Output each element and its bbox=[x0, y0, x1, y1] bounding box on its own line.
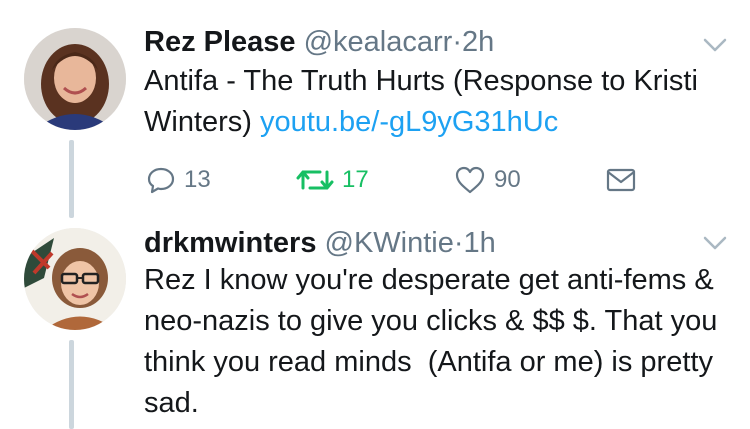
retweet-icon bbox=[296, 170, 334, 190]
tweet-link[interactable]: youtu.be/-gL9yG31hUc bbox=[260, 106, 558, 138]
avatar[interactable] bbox=[24, 28, 126, 130]
user-handle[interactable]: @kealacarr bbox=[304, 26, 453, 58]
display-name[interactable]: Rez Please bbox=[144, 26, 296, 58]
user-handle[interactable]: @KWintie bbox=[325, 227, 454, 259]
tweet-header: Rez Please @kealacarr·2h bbox=[144, 24, 494, 60]
tweet[interactable]: Rez Please @kealacarr·2h Antifa - The Tr… bbox=[0, 0, 750, 210]
display-name[interactable]: drkmwinters bbox=[144, 227, 316, 259]
direct-message-button[interactable] bbox=[606, 160, 636, 200]
like-count: 90 bbox=[494, 166, 521, 193]
separator-dot: · bbox=[452, 26, 462, 58]
retweet-button[interactable]: 17 bbox=[296, 160, 369, 200]
retweet-count: 17 bbox=[342, 166, 369, 193]
tweet-actions: 13 17 90 bbox=[144, 160, 744, 200]
like-button[interactable]: 90 bbox=[454, 160, 521, 200]
timestamp[interactable]: 1h bbox=[464, 227, 496, 259]
envelope-icon bbox=[606, 168, 636, 192]
chevron-down-icon[interactable] bbox=[702, 32, 728, 58]
separator-dot: · bbox=[453, 227, 464, 259]
chevron-down-icon[interactable] bbox=[702, 230, 728, 256]
reply-icon bbox=[147, 167, 175, 194]
tweet[interactable]: drkmwinters @KWintie·1h Rez I know you'r… bbox=[0, 210, 750, 429]
heart-icon bbox=[455, 166, 485, 194]
reply-button[interactable]: 13 bbox=[146, 160, 211, 200]
timestamp[interactable]: 2h bbox=[462, 26, 494, 58]
tweet-header: drkmwinters @KWintie·1h bbox=[144, 225, 496, 261]
tweet-text: Rez I know you're desperate get anti-fem… bbox=[144, 264, 726, 419]
avatar[interactable] bbox=[24, 228, 126, 330]
tweet-text: Antifa - The Truth Hurts (Response to Kr… bbox=[144, 61, 734, 143]
reply-count: 13 bbox=[184, 166, 211, 193]
